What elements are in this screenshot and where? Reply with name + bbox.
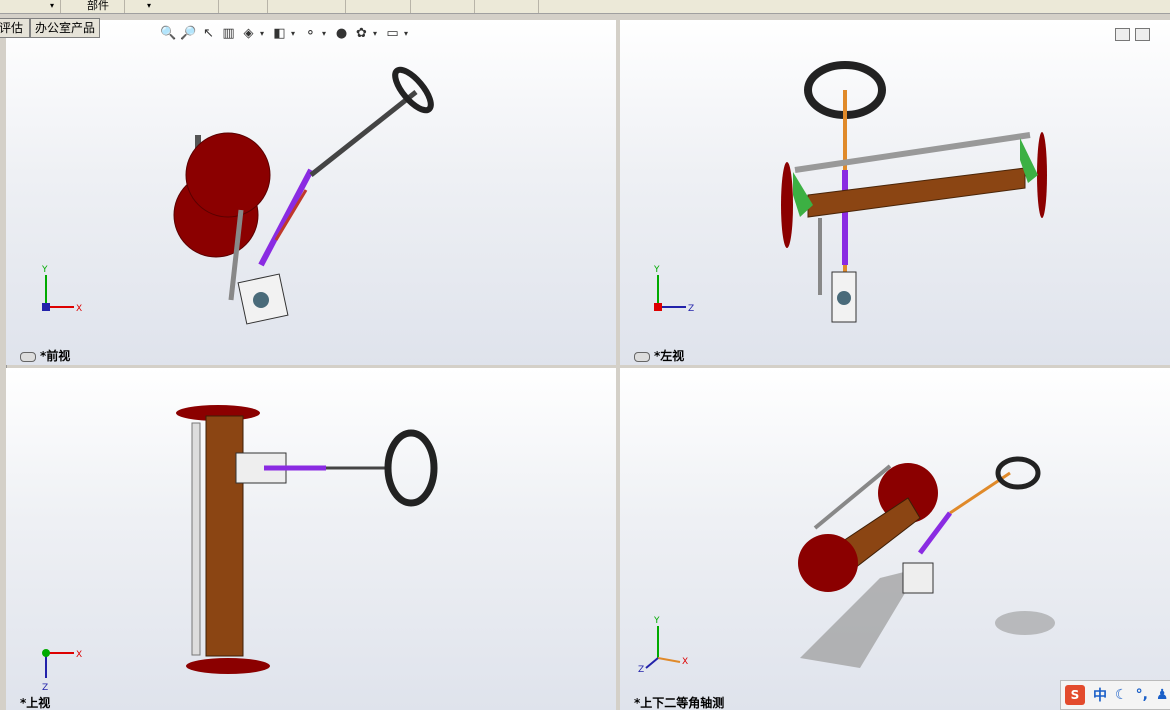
previous-view-icon[interactable]: ↖ [200, 25, 217, 42]
chevron-down-icon[interactable]: ▾ [404, 29, 412, 38]
chevron-down-icon[interactable]: ▾ [322, 29, 330, 38]
edit-appearance-icon[interactable]: ● [333, 25, 350, 42]
viewport-split-icon[interactable] [1135, 28, 1150, 41]
command-cell[interactable] [268, 0, 346, 13]
front-axis-y: Y [41, 265, 48, 275]
front-model [173, 66, 434, 325]
view-settings-icon[interactable]: ▭ [384, 25, 401, 42]
chevron-down-icon[interactable]: ▾ [373, 29, 381, 38]
left-axis-y: Y [653, 265, 660, 275]
command-cell[interactable] [219, 0, 268, 13]
top-command-bar: ▾ 部件 ▾ [0, 0, 1170, 14]
view-orientation-icon[interactable]: ◈ [240, 25, 257, 42]
iso-axis-triad [645, 626, 681, 669]
viewport-label-isometric: *上下二等角轴测 [634, 696, 725, 710]
section-view-icon[interactable]: ▥ [220, 25, 237, 42]
eye-icon[interactable] [20, 351, 36, 362]
iso-axis-x: X [682, 657, 688, 667]
top-axis-x: X [76, 650, 82, 660]
command-cell[interactable]: ▾ [0, 0, 61, 13]
chevron-down-icon[interactable]: ▾ [260, 29, 268, 38]
iso-view-model: X Y Z [638, 456, 1055, 675]
viewport-top[interactable]: X Z *上视 [6, 368, 616, 710]
ime-status-bar[interactable]: S 中 ☾ °, ♟ [1060, 680, 1170, 710]
sogou-logo-icon: S [1065, 685, 1085, 705]
punctuation-icon[interactable]: °, [1136, 687, 1148, 703]
parts-label: 部件 [87, 0, 109, 12]
eye-icon[interactable] [634, 351, 650, 362]
tab-evaluate[interactable]: 评估 [0, 18, 30, 38]
viewport-front[interactable]: X Y *前视 [6, 20, 616, 365]
zoom-to-fit-icon[interactable]: 🔍 [160, 25, 177, 42]
parts-cell[interactable]: 部件 [61, 0, 125, 13]
front-view-model: X Y [41, 66, 434, 325]
viewport-isometric[interactable]: X Y Z *上下二等角轴测 [620, 368, 1170, 710]
top-view-model: X Z [42, 405, 438, 693]
ime-language-indicator[interactable]: 中 [1093, 685, 1107, 705]
viewport-label-top: *上视 [20, 696, 51, 710]
viewport-left[interactable]: Z Y *左视 [620, 20, 1170, 365]
viewport-label-front: *前视 [20, 347, 70, 364]
iso-axis-y: Y [653, 616, 660, 626]
zoom-to-area-icon[interactable]: 🔎 [180, 25, 197, 42]
left-axis-triad [654, 275, 686, 311]
hide-show-items-icon[interactable]: ⚬ [302, 25, 319, 42]
command-cell[interactable] [475, 0, 539, 13]
left-axis-z: Z [688, 304, 694, 314]
chevron-down-icon[interactable]: ▾ [291, 29, 299, 38]
front-axis-triad [42, 275, 74, 311]
left-model [781, 61, 1047, 323]
top-axis-z: Z [42, 683, 48, 693]
top-axis-triad [42, 649, 74, 678]
moon-icon[interactable]: ☾ [1115, 687, 1128, 703]
iso-model [798, 456, 1055, 668]
left-view-model: Z Y [653, 61, 1047, 323]
command-cell[interactable]: ▾ [125, 0, 219, 13]
display-style-icon[interactable]: ◧ [271, 25, 288, 42]
front-axis-x: X [76, 304, 82, 314]
apply-scene-icon[interactable]: ✿ [353, 25, 370, 42]
command-cell[interactable] [346, 0, 411, 13]
iso-axis-z: Z [638, 665, 644, 675]
command-cell[interactable] [411, 0, 475, 13]
heads-up-view-toolbar: 🔍 🔎 ↖ ▥ ◈ ▾ ◧ ▾ ⚬ ▾ ● ✿ ▾ ▭ ▾ [160, 22, 412, 44]
tab-office-products[interactable]: 办公室产品 [30, 18, 101, 38]
viewport-split-icon[interactable] [1115, 28, 1130, 41]
user-icon[interactable]: ♟ [1156, 687, 1169, 703]
viewport-label-left: *左视 [634, 347, 684, 364]
top-model [176, 405, 438, 674]
